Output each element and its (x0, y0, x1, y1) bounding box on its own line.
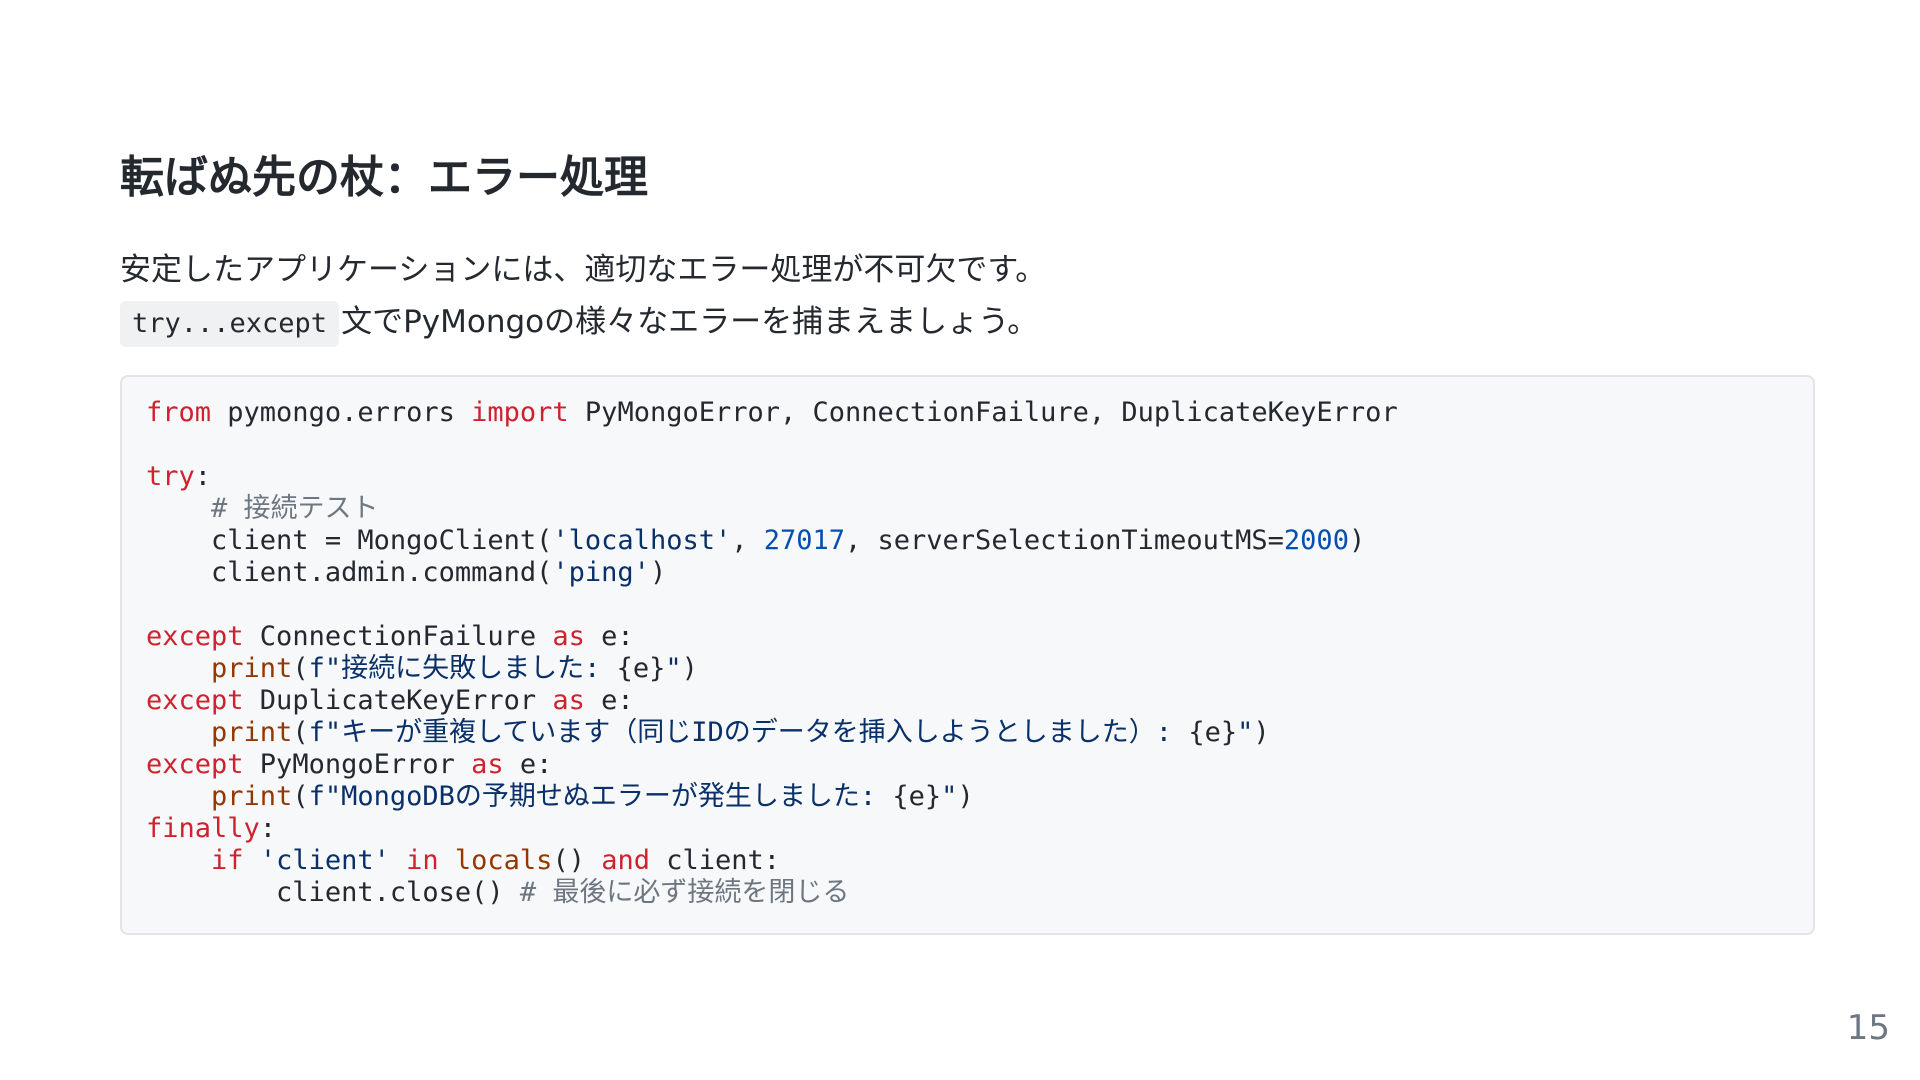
code-text: ) (681, 653, 698, 684)
code-text: pymongo.errors (211, 397, 472, 428)
keyword: finally (146, 813, 260, 844)
code-text: ) (1348, 525, 1366, 556)
code-text: ) (649, 557, 667, 588)
code-line-4: # 接続テスト (146, 493, 1398, 525)
intro-line-2: try...except 文でPyMongoの様々なエラーを捕まえましょう。 (120, 296, 1046, 348)
string-literal: " (941, 781, 958, 812)
code-text: , serverSelectionTimeoutMS= (845, 525, 1284, 556)
builtin-function: print (211, 653, 293, 684)
builtin-function: print (211, 781, 293, 812)
builtin-function: print (211, 717, 293, 748)
code-text: client.admin.command( (211, 557, 553, 588)
keyword: except (146, 621, 244, 652)
code-comment: # 最後に必ず接続を閉じる (519, 877, 850, 908)
code-line-1: from pymongo.errors import PyMongoError,… (146, 397, 1398, 429)
code-text: ) (957, 781, 974, 812)
keyword: if (211, 845, 244, 876)
code-text: ( (292, 781, 309, 812)
code-line-5: client = MongoClient('localhost', 27017,… (146, 525, 1398, 557)
string-literal: f"キーが重複しています（同じIDのデータを挿入しようとしました）: (308, 717, 1189, 748)
number-literal: 27017 (763, 525, 846, 556)
code-text: {e} (892, 781, 942, 812)
string-literal: f"MongoDBの予期せぬエラーが発生しました: (308, 781, 893, 812)
code-text: PyMongoError, ConnectionFailure, Duplica… (568, 397, 1398, 428)
code-line-11: print(f"キーが重複しています（同じIDのデータを挿入しようとしました）:… (146, 717, 1398, 749)
code-text: ( (292, 717, 309, 748)
string-literal: 'localhost' (552, 525, 732, 556)
code-text: client = MongoClient( (211, 525, 553, 556)
keyword: in (406, 845, 439, 876)
string-literal: " (1237, 717, 1254, 748)
code-line-13: print(f"MongoDBの予期せぬエラーが発生しました: {e}") (146, 781, 1398, 813)
code-text: ConnectionFailure (243, 621, 553, 652)
code-line-16: client.close() # 最後に必ず接続を閉じる (146, 877, 1398, 909)
slide: 転ばぬ先の杖：エラー処理 安定したアプリケーションには、適切なエラー処理が不可欠… (0, 0, 1920, 1080)
string-literal: " (665, 653, 682, 684)
code-text: e: (503, 749, 553, 780)
code-text: : (194, 461, 212, 492)
intro-paragraph: 安定したアプリケーションには、適切なエラー処理が不可欠です。 try...exc… (120, 244, 1046, 348)
keyword: as (552, 621, 585, 652)
code-text: , (731, 525, 764, 556)
keyword: except (146, 749, 244, 780)
page-number: 15 (1846, 1008, 1890, 1048)
code-line-9: print(f"接続に失敗しました: {e}") (146, 653, 1398, 685)
keyword: as (471, 749, 504, 780)
code-text: PyMongoError (243, 749, 472, 780)
code-line-12: except PyMongoError as e: (146, 749, 1398, 781)
code-comment: # 接続テスト (211, 493, 379, 524)
keyword: and (601, 845, 651, 876)
code-block: from pymongo.errors import PyMongoError,… (120, 375, 1815, 935)
code-text: {e} (616, 653, 666, 684)
code-content: from pymongo.errors import PyMongoError,… (146, 397, 1398, 909)
code-text: () (552, 845, 602, 876)
slide-title: 転ばぬ先の杖：エラー処理 (120, 152, 648, 203)
code-line-14: finally: (146, 813, 1398, 845)
code-line-3: try: (146, 461, 1398, 493)
code-line-15: if 'client' in locals() and client: (146, 845, 1398, 877)
string-literal: 'client' (259, 845, 390, 876)
code-text: : (259, 813, 277, 844)
code-text: ) (1253, 717, 1270, 748)
keyword: import (471, 397, 569, 428)
keyword: except (146, 685, 244, 716)
code-text: e: (584, 685, 634, 716)
code-text: client: (650, 845, 781, 876)
keyword: as (552, 685, 585, 716)
code-text: client.close() (276, 877, 520, 908)
code-text: {e} (1188, 717, 1238, 748)
code-text: DuplicateKeyError (243, 685, 553, 716)
code-line-8: except ConnectionFailure as e: (146, 621, 1398, 653)
intro-line-1: 安定したアプリケーションには、適切なエラー処理が不可欠です。 (120, 252, 1047, 288)
string-literal: 'ping' (552, 557, 650, 588)
code-line-6: client.admin.command('ping') (146, 557, 1398, 589)
code-line-10: except DuplicateKeyError as e: (146, 685, 1398, 717)
string-literal: f"接続に失敗しました: (308, 653, 617, 684)
keyword: from (146, 397, 212, 428)
builtin-function: locals (454, 845, 553, 876)
inline-code-try-except: try...except (120, 300, 340, 347)
code-text: e: (584, 621, 634, 652)
intro-line-2-text: 文でPyMongoの様々なエラーを捕まえましょう。 (341, 304, 1039, 340)
keyword: try (146, 461, 195, 492)
code-text: ( (292, 653, 309, 684)
number-literal: 2000 (1283, 525, 1349, 556)
